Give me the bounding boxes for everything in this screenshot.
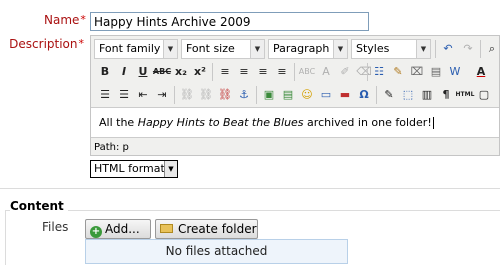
unlink-red-icon[interactable]: ⛓ [215, 85, 235, 105]
create-folder-button[interactable]: Create folder [155, 219, 258, 239]
toolbar-separator [480, 40, 481, 58]
editor-path: Path: p [94, 142, 129, 153]
find-icon[interactable]: ⌕ [482, 39, 499, 59]
styles-select[interactable]: Styles ▼ [351, 39, 431, 59]
align-justify-button[interactable]: ≡ [272, 62, 292, 82]
paragraph-format-label: Paragraph [273, 42, 330, 55]
emoticon-icon[interactable]: ☺ [297, 85, 317, 105]
required-mark: * [78, 37, 85, 50]
content-italic: Happy Hints to Beat the Blues [137, 116, 304, 129]
edit-icon[interactable]: ✎ [379, 85, 399, 105]
horizontal-rule-icon[interactable]: ▬ [335, 85, 355, 105]
chevron-down-icon: ▼ [164, 161, 177, 177]
toolbar-separator [367, 63, 368, 81]
numbered-list-icon[interactable]: ☰ [114, 85, 134, 105]
paste-word-icon[interactable]: W [445, 62, 465, 82]
paragraph-mark-icon[interactable]: ¶ [436, 85, 456, 105]
outdent-icon[interactable]: ⇤ [133, 85, 153, 105]
align-left-button[interactable]: ≡ [215, 62, 235, 82]
text-color-icon[interactable]: A [471, 62, 491, 82]
editor-toolbar-row-3: ☰ ☰ ⇤ ⇥ ⛓ ⛓ ⛓ ⚓ ▣ ▤ ☺ ▭ ▬ Ω ✎ ⬚ ▥ ¶ HTML… [91, 83, 499, 107]
image-icon[interactable]: ▣ [259, 85, 279, 105]
bullet-list-icon[interactable]: ☰ [95, 85, 115, 105]
nolink-icon[interactable]: ▭ [316, 85, 336, 105]
description-label: Description* [0, 37, 84, 51]
editor-content-text: All the Happy Hints to Beat the Blues ar… [99, 116, 434, 129]
editor-toolbar-row-2: B I U ABC x₂ x² ≡ ≡ ≡ ≡ ABC A ✐ ⌫ ☷ A ✎ … [91, 60, 499, 84]
add-file-label: Add... [105, 222, 140, 236]
indent-icon[interactable]: ⇥ [152, 85, 172, 105]
underline-button[interactable]: U [133, 62, 153, 82]
paragraph-format-select[interactable]: Paragraph ▼ [268, 39, 348, 59]
undo-icon[interactable]: ↶ [438, 39, 458, 59]
chevron-down-icon: ▼ [333, 40, 347, 58]
name-label: Name* [44, 13, 86, 27]
toolbar-separator [435, 40, 436, 58]
chevron-down-icon: ▼ [250, 40, 264, 58]
table-icon[interactable]: ▥ [417, 85, 437, 105]
folder-icon [160, 224, 173, 233]
text-caret [432, 117, 434, 129]
toolbar-separator [294, 63, 295, 81]
highlight-icon[interactable]: ✐ [335, 62, 355, 82]
bold-button[interactable]: B [95, 62, 115, 82]
anchor-icon[interactable]: ⚓ [234, 85, 254, 105]
editor-content-area[interactable]: All the Happy Hints to Beat the Blues ar… [91, 107, 499, 138]
media-icon[interactable]: ▤ [278, 85, 298, 105]
description-label-text: Description [9, 37, 78, 51]
font-family-label: Font family [99, 42, 161, 55]
redo-icon[interactable]: ↷ [458, 39, 478, 59]
name-input[interactable] [90, 12, 369, 31]
spellcheck-icon[interactable]: ABC [297, 62, 317, 82]
text-format-select[interactable]: HTML format ▼ [90, 160, 178, 178]
create-folder-label: Create folder [178, 222, 257, 236]
add-file-button[interactable]: + Add... [85, 219, 151, 239]
editor-toolbar-row-1: Font family ▼ Font size ▼ Paragraph ▼ St… [91, 37, 499, 61]
align-right-button[interactable]: ≡ [253, 62, 273, 82]
align-center-button[interactable]: ≡ [234, 62, 254, 82]
content-prefix: All the [99, 116, 138, 129]
table-select-icon[interactable]: ⬚ [398, 85, 418, 105]
toolbar-separator [174, 86, 175, 104]
required-mark: * [80, 13, 86, 26]
toolbar-separator [376, 86, 377, 104]
html-source-icon[interactable]: HTML [455, 85, 475, 105]
eraser-icon[interactable]: ⌧ [407, 62, 427, 82]
superscript-button[interactable]: x² [190, 62, 210, 82]
text-format-value: HTML format [94, 162, 165, 175]
styles-label: Styles [356, 42, 390, 55]
content-suffix: archived in one folder! [303, 116, 432, 129]
toolbar-separator [212, 63, 213, 81]
font-color-icon[interactable]: A [316, 62, 336, 82]
font-family-select[interactable]: Font family ▼ [94, 39, 178, 59]
subscript-button[interactable]: x₂ [171, 62, 191, 82]
paste-text-icon[interactable]: ▤ [426, 62, 446, 82]
unlink-icon[interactable]: ⛓ [196, 85, 216, 105]
paint-icon[interactable]: ✎ [388, 62, 408, 82]
strikethrough-button[interactable]: ABC [152, 62, 172, 82]
no-files-text: No files attached [165, 244, 268, 258]
file-list-area: No files attached [85, 239, 348, 264]
section-divider [0, 188, 500, 189]
search-replace-icon[interactable]: ☷ [369, 62, 389, 82]
italic-button[interactable]: I [114, 62, 134, 82]
rich-text-editor: Font family ▼ Font size ▼ Paragraph ▼ St… [90, 35, 500, 156]
toolbar-separator [256, 86, 257, 104]
font-size-select[interactable]: Font size ▼ [181, 39, 265, 59]
files-label: Files [42, 220, 69, 234]
name-label-text: Name [44, 13, 80, 27]
chevron-down-icon: ▼ [416, 40, 430, 58]
content-legend: Content [10, 199, 68, 213]
chevron-down-icon: ▼ [163, 40, 177, 58]
font-size-label: Font size [186, 42, 235, 55]
add-icon: + [90, 226, 102, 238]
link-icon[interactable]: ⛓ [177, 85, 197, 105]
fullscreen-icon[interactable]: ▢ [474, 85, 494, 105]
special-char-icon[interactable]: Ω [354, 85, 374, 105]
